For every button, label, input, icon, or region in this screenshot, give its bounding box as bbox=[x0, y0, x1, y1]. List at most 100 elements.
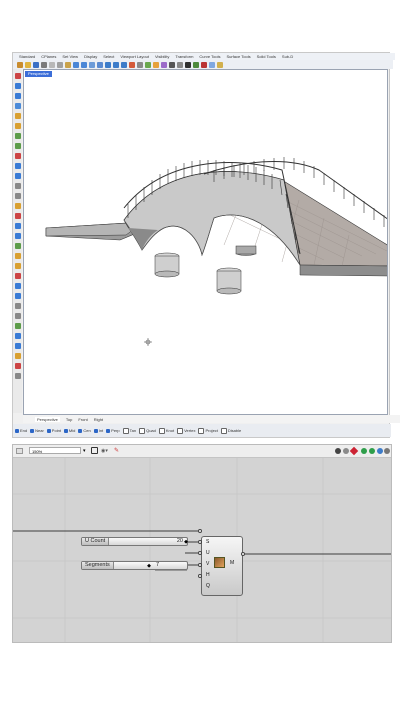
input-grip-icon[interactable] bbox=[198, 563, 202, 567]
osnap-project[interactable]: Project bbox=[198, 427, 218, 434]
zoom-extents-icon[interactable] bbox=[91, 447, 98, 454]
new-file-icon[interactable] bbox=[17, 61, 23, 68]
osnap-point[interactable]: Point bbox=[46, 428, 61, 433]
toolbar-tab[interactable]: Standard bbox=[19, 53, 35, 60]
toolbar-tab[interactable]: Select bbox=[103, 53, 114, 60]
input-u[interactable]: U bbox=[206, 550, 210, 556]
toolbar-tab[interactable]: Set View bbox=[62, 53, 78, 60]
join-tool-icon[interactable] bbox=[14, 233, 21, 239]
save-icon[interactable] bbox=[16, 448, 23, 454]
line-tool-icon[interactable] bbox=[14, 83, 21, 89]
eye-icon[interactable]: ◉▾ bbox=[101, 448, 108, 454]
wireframe-icon[interactable] bbox=[169, 61, 175, 68]
rectangle-tool-icon[interactable] bbox=[14, 133, 21, 139]
tab-right[interactable]: Right bbox=[94, 417, 103, 422]
surface-tool-icon[interactable] bbox=[14, 153, 21, 159]
input-q[interactable]: Q bbox=[206, 583, 210, 589]
segments-slider[interactable]: Segments 7 ◆ bbox=[81, 561, 188, 570]
osnap-cen[interactable]: Cen bbox=[78, 428, 91, 433]
trim-tool-icon[interactable] bbox=[14, 253, 21, 259]
tab-top[interactable]: Top bbox=[66, 417, 72, 422]
gh-canvas[interactable]: U Count 20 ◆ 1 Segments 7 ◆ S U V H Q M bbox=[13, 458, 391, 642]
copy-tool-icon[interactable] bbox=[14, 283, 21, 289]
options-icon[interactable] bbox=[201, 61, 207, 68]
slider-grip-icon[interactable]: ◆ bbox=[184, 539, 188, 545]
sphere-green-icon[interactable] bbox=[369, 448, 375, 454]
u-count-slider[interactable]: U Count 20 ◆ bbox=[81, 537, 188, 546]
osnap-vertex[interactable]: Vertex bbox=[177, 427, 195, 434]
output-grip-icon[interactable] bbox=[241, 552, 245, 556]
box-tool-icon[interactable] bbox=[14, 183, 21, 189]
toolbar-tab[interactable]: CPlanes bbox=[41, 53, 56, 60]
undo-icon[interactable] bbox=[73, 61, 79, 68]
toolbar-tab[interactable]: Transform bbox=[175, 53, 193, 60]
input-grip-icon[interactable] bbox=[198, 551, 202, 555]
toolbar-tab[interactable]: Curve Tools bbox=[199, 53, 220, 60]
circle-tool-icon[interactable] bbox=[14, 113, 21, 119]
zoom-extents-icon[interactable] bbox=[121, 61, 127, 68]
grid-icon[interactable] bbox=[137, 61, 143, 68]
zoom-icon[interactable] bbox=[105, 61, 111, 68]
osnap-int[interactable]: Int bbox=[93, 428, 103, 433]
sphere-blue-icon[interactable] bbox=[377, 448, 383, 454]
osnap-near[interactable]: Near bbox=[30, 428, 44, 433]
explode-tool-icon[interactable] bbox=[14, 243, 21, 249]
osnap-end[interactable]: End bbox=[15, 428, 27, 433]
perspective-viewport[interactable]: Perspective bbox=[23, 69, 388, 415]
curve-tool-icon[interactable] bbox=[14, 103, 21, 109]
preview-wire-icon[interactable] bbox=[343, 448, 349, 454]
toolbar-tab[interactable]: Viewport Layout bbox=[120, 53, 149, 60]
toolbar-tab[interactable]: Display bbox=[84, 53, 97, 60]
sphere-icon[interactable] bbox=[193, 61, 199, 68]
array-tool-icon[interactable] bbox=[14, 323, 21, 329]
mirror-tool-icon[interactable] bbox=[14, 313, 21, 319]
print-icon[interactable] bbox=[41, 61, 47, 68]
zoom-window-icon[interactable] bbox=[113, 61, 119, 68]
tab-front[interactable]: Front bbox=[78, 417, 87, 422]
material-icon[interactable] bbox=[161, 61, 167, 68]
chevron-down-icon[interactable]: ▾ bbox=[83, 448, 86, 454]
sphere-gray-icon[interactable] bbox=[384, 448, 390, 454]
split-tool-icon[interactable] bbox=[14, 263, 21, 269]
save-icon[interactable] bbox=[33, 61, 39, 68]
osnap-disable[interactable]: Disable bbox=[220, 427, 241, 434]
osnap-quad[interactable]: Quad bbox=[139, 427, 156, 434]
rotate-tool-icon[interactable] bbox=[14, 293, 21, 299]
properties-tool-icon[interactable] bbox=[14, 373, 21, 379]
rotate-view-icon[interactable] bbox=[97, 61, 103, 68]
fillet-tool-icon[interactable] bbox=[14, 223, 21, 229]
open-file-icon[interactable] bbox=[25, 61, 31, 68]
toolbar-tab[interactable]: Sub-D bbox=[282, 53, 293, 60]
osnap-mid[interactable]: Mid bbox=[63, 428, 75, 433]
loft-tool-icon[interactable] bbox=[14, 173, 21, 179]
scale-tool-icon[interactable] bbox=[14, 303, 21, 309]
input-grip-icon[interactable] bbox=[198, 574, 202, 578]
osnap-knot[interactable]: Knot bbox=[158, 427, 174, 434]
paste-icon[interactable] bbox=[65, 61, 71, 68]
toolbar-tab[interactable]: Solid Tools bbox=[257, 53, 276, 60]
analyze-tool-icon[interactable] bbox=[14, 353, 21, 359]
input-grip-icon[interactable] bbox=[198, 529, 202, 533]
boolean-tool-icon[interactable] bbox=[14, 213, 21, 219]
brush-icon[interactable]: ✎ bbox=[114, 447, 119, 454]
mesh-component[interactable]: S U V H Q M bbox=[201, 536, 243, 596]
cut-icon[interactable] bbox=[49, 61, 55, 68]
input-v[interactable]: V bbox=[206, 561, 209, 567]
output-m[interactable]: M bbox=[230, 560, 234, 566]
copy-icon[interactable] bbox=[57, 61, 63, 68]
dimension-tool-icon[interactable] bbox=[14, 333, 21, 339]
point-tool-icon[interactable] bbox=[14, 73, 21, 79]
arc-tool-icon[interactable] bbox=[14, 123, 21, 129]
extrude-tool-icon[interactable] bbox=[14, 163, 21, 169]
toolbar-tab[interactable]: Visibility bbox=[155, 53, 169, 60]
text-tool-icon[interactable] bbox=[14, 343, 21, 349]
help-icon[interactable] bbox=[209, 61, 215, 68]
polygon-tool-icon[interactable] bbox=[14, 143, 21, 149]
shaded-icon[interactable] bbox=[177, 61, 183, 68]
render-icon[interactable] bbox=[185, 61, 191, 68]
redo-icon[interactable] bbox=[81, 61, 87, 68]
input-h[interactable]: H bbox=[206, 572, 210, 578]
input-grip-icon[interactable] bbox=[198, 540, 202, 544]
pan-icon[interactable] bbox=[89, 61, 95, 68]
slider-grip-icon[interactable]: ◆ bbox=[147, 563, 151, 569]
